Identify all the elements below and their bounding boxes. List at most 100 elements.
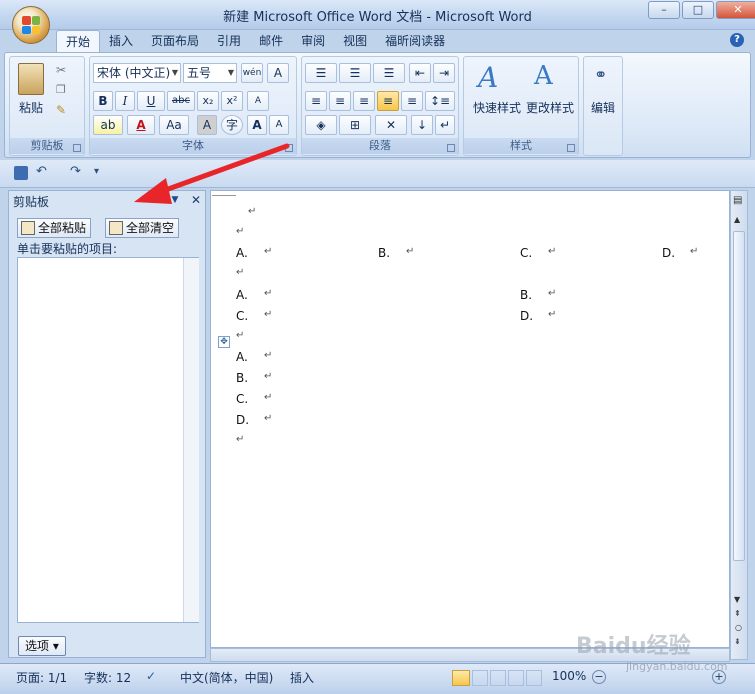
enclose-char-button[interactable]: 字 — [221, 115, 243, 135]
paragraph-mark: ↵ — [548, 309, 557, 320]
quick-styles-icon[interactable]: A — [478, 61, 498, 94]
undo-icon[interactable]: ↶ — [36, 164, 47, 179]
save-icon[interactable] — [14, 166, 28, 180]
show-marks-button[interactable]: ↵ — [435, 115, 455, 135]
next-page-icon[interactable]: ⇟ — [734, 637, 741, 646]
print-layout-icon[interactable] — [452, 670, 470, 686]
clipboard-launcher-icon[interactable] — [73, 144, 81, 152]
document-page[interactable] — [210, 190, 730, 648]
font-name-select[interactable]: 宋体 (中文正) ▼ — [93, 63, 181, 83]
change-styles-button[interactable]: 更改样式 — [522, 99, 578, 116]
redo-icon[interactable]: ↷ — [70, 164, 81, 179]
sort-button[interactable]: ↓ — [411, 115, 433, 135]
decrease-indent-button[interactable]: ⇤ — [409, 63, 431, 83]
scroll-up-icon[interactable]: ▲ — [734, 215, 740, 224]
outline-icon[interactable] — [508, 670, 524, 686]
paste-icon[interactable] — [18, 63, 44, 95]
change-case-button[interactable]: Aa — [159, 115, 189, 135]
font-color-button[interactable]: A — [127, 115, 155, 135]
styles-launcher-icon[interactable] — [567, 144, 575, 152]
web-layout-icon[interactable] — [490, 670, 506, 686]
page-count[interactable]: 页面: 1/1 — [16, 669, 67, 686]
scroll-thumb[interactable] — [733, 231, 745, 561]
font-size-select[interactable]: 五号 ▼ — [183, 63, 237, 83]
align-right-button[interactable]: ≡ — [353, 91, 375, 111]
tab-references[interactable]: 引用 — [208, 30, 250, 52]
clipboard-items-list[interactable] — [17, 257, 199, 623]
clear-all-button[interactable]: 全部清空 — [105, 218, 180, 238]
zoom-level[interactable]: 100% — [552, 669, 586, 683]
tab-insert[interactable]: 插入 — [100, 30, 142, 52]
options-button[interactable]: 选项 ▾ — [18, 636, 66, 656]
proofing-icon[interactable]: ✓ — [146, 669, 156, 683]
line-spacing-button[interactable]: ↕≡ — [425, 91, 455, 111]
scroll-down-icon[interactable]: ▼ — [734, 595, 740, 604]
select-browse-object-icon[interactable]: ○ — [735, 623, 742, 632]
justify-button[interactable]: ≡ — [377, 91, 399, 111]
paste-all-button[interactable]: 全部粘贴 — [17, 218, 92, 238]
watermark-brand: Baidu经验 — [576, 634, 691, 659]
draft-icon[interactable] — [526, 670, 542, 686]
insert-mode[interactable]: 插入 — [290, 669, 314, 686]
strikethrough-button[interactable]: abc — [167, 91, 195, 111]
cut-icon[interactable]: ✂ — [56, 63, 66, 77]
table-move-handle-icon[interactable]: ✥ — [218, 336, 230, 348]
format-painter-icon[interactable]: ✎ — [56, 103, 66, 117]
full-screen-reading-icon[interactable] — [472, 670, 488, 686]
list-item-a: A. — [236, 350, 248, 364]
zoom-out-icon[interactable]: − — [592, 670, 606, 684]
bullets-button[interactable]: ☰ — [305, 63, 337, 83]
tab-mailings[interactable]: 邮件 — [250, 30, 292, 52]
tab-page-layout[interactable]: 页面布局 — [142, 30, 208, 52]
word-count[interactable]: 字数: 12 — [84, 669, 131, 686]
quick-styles-button[interactable]: 快速样式 — [470, 99, 524, 116]
pane-scrollbar[interactable] — [183, 258, 199, 622]
phonetic-guide-button[interactable]: wén — [241, 63, 263, 83]
font-launcher-icon[interactable] — [285, 144, 293, 152]
increase-indent-button[interactable]: ⇥ — [433, 63, 455, 83]
office-button[interactable] — [12, 6, 50, 44]
tab-foxit-reader[interactable]: 福昕阅读器 — [376, 30, 454, 52]
underline-button[interactable]: U — [137, 91, 165, 111]
previous-page-icon[interactable]: ⇞ — [734, 609, 741, 618]
help-icon[interactable]: ? — [730, 33, 744, 47]
ruler-toggle-icon[interactable]: ▤ — [733, 195, 742, 206]
shrink-font-button[interactable]: A — [269, 115, 289, 135]
option-row1-d: D. — [662, 246, 676, 260]
tab-view[interactable]: 视图 — [334, 30, 376, 52]
binoculars-icon[interactable]: ⚭ — [594, 65, 607, 84]
customize-toolbar-icon[interactable]: ▾ — [94, 166, 99, 177]
copy-icon[interactable]: ❐ — [56, 83, 66, 96]
minimize-button[interactable]: – — [648, 1, 680, 19]
superscript-button[interactable]: x² — [221, 91, 243, 111]
tab-review[interactable]: 审阅 — [292, 30, 334, 52]
vertical-scrollbar[interactable]: ▤ ▲ ▼ ⇞ ○ ⇟ — [730, 190, 748, 660]
highlight-button[interactable]: ab — [93, 115, 123, 135]
italic-button[interactable]: I — [115, 91, 135, 111]
shading-button[interactable]: ◈ — [305, 115, 337, 135]
table-cell-b: B. — [520, 288, 533, 302]
close-button[interactable]: ✕ — [716, 1, 755, 19]
borders-button[interactable]: ⊞ — [339, 115, 371, 135]
paragraph-launcher-icon[interactable] — [447, 144, 455, 152]
align-center-button[interactable]: ≡ — [329, 91, 351, 111]
chevron-down-icon[interactable]: ▼ — [169, 195, 181, 207]
align-left-button[interactable]: ≡ — [305, 91, 327, 111]
distributed-button[interactable]: ≡ — [401, 91, 423, 111]
numbering-button[interactable]: ☰ — [339, 63, 371, 83]
char-shading-button[interactable]: A — [197, 115, 217, 135]
tab-home[interactable]: 开始 — [56, 30, 101, 52]
clear-format-button[interactable]: A — [247, 91, 269, 111]
language[interactable]: 中文(简体，中国) — [180, 669, 273, 686]
bold-button[interactable]: B — [93, 91, 113, 111]
chinese-layout-button[interactable]: ✕ — [375, 115, 407, 135]
multilevel-list-button[interactable]: ☰ — [373, 63, 405, 83]
restore-button[interactable]: □ — [682, 1, 714, 19]
change-styles-icon[interactable]: A — [534, 61, 553, 91]
editing-button[interactable]: 编辑 — [584, 99, 622, 116]
close-icon[interactable]: ✕ — [189, 193, 203, 207]
char-border-button[interactable]: A — [267, 63, 289, 83]
paste-button-label[interactable]: 粘贴 — [14, 99, 48, 116]
grow-font-button[interactable]: A — [247, 115, 267, 135]
subscript-button[interactable]: x₂ — [197, 91, 219, 111]
